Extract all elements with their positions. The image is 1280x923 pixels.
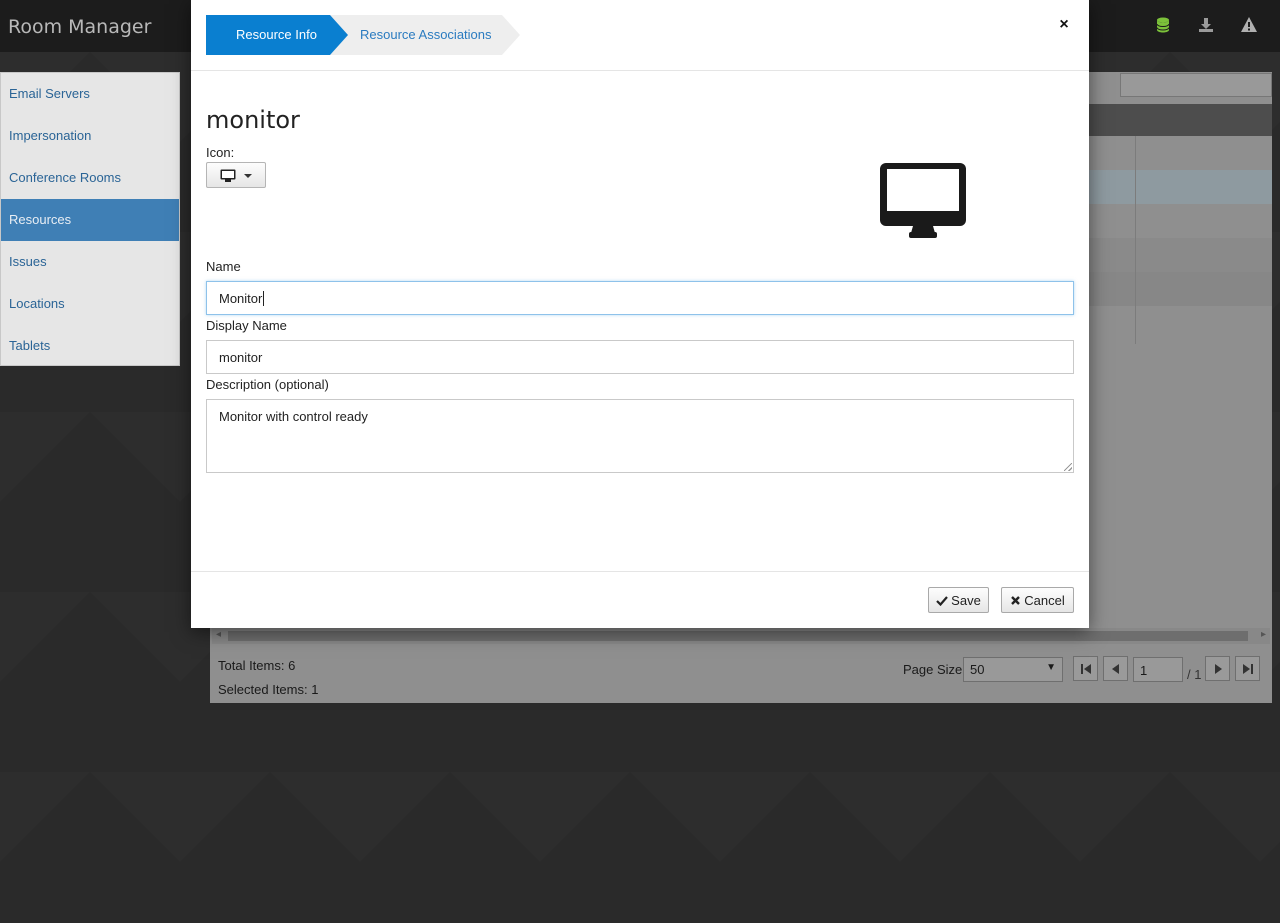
table-row[interactable] <box>1089 136 1272 170</box>
last-page-icon <box>1242 663 1253 674</box>
page-size-label: Page Size: <box>903 662 966 677</box>
display-name-label: Display Name <box>206 318 287 333</box>
table-row[interactable] <box>1089 238 1272 272</box>
page-number-input[interactable]: 1 <box>1133 657 1183 682</box>
sidebar-item-locations[interactable]: Locations <box>1 283 179 325</box>
next-page-button[interactable] <box>1205 656 1230 681</box>
chevron-down-icon: ▼ <box>1046 662 1056 673</box>
table-row[interactable] <box>1089 204 1272 238</box>
prev-page-icon <box>1111 663 1119 674</box>
x-mark-icon <box>1011 595 1021 605</box>
table-row[interactable] <box>1089 306 1272 340</box>
grid-header <box>1089 104 1272 136</box>
name-field[interactable]: Monitor <box>206 281 1074 315</box>
sidebar-item-conference-rooms[interactable]: Conference Rooms <box>1 157 179 199</box>
sidebar: Email Servers Impersonation Conference R… <box>0 72 180 366</box>
database-icon[interactable] <box>1154 16 1172 34</box>
step-arrow <box>330 15 348 55</box>
sidebar-item-resources[interactable]: Resources <box>1 199 179 241</box>
search-input[interactable] <box>1120 73 1272 97</box>
scroll-thumb[interactable] <box>228 631 1248 641</box>
description-field[interactable]: Monitor with control ready <box>206 399 1074 473</box>
page-size-value: 50 <box>970 662 985 677</box>
text-cursor <box>263 291 265 306</box>
sidebar-item-impersonation[interactable]: Impersonation <box>1 115 179 157</box>
description-label: Description (optional) <box>206 377 329 392</box>
sidebar-item-issues[interactable]: Issues <box>1 241 179 283</box>
prev-page-button[interactable] <box>1103 656 1128 681</box>
next-page-icon <box>1214 663 1222 674</box>
total-items: Total Items: 6 <box>218 658 296 673</box>
horizontal-scrollbar[interactable]: ◂ ▸ <box>212 628 1270 644</box>
icon-label: Icon: <box>206 145 235 160</box>
save-label: Save <box>951 592 981 608</box>
first-page-icon <box>1080 663 1091 674</box>
scroll-right-icon[interactable]: ▸ <box>1261 629 1266 640</box>
step-arrow <box>502 15 520 55</box>
sidebar-item-tablets[interactable]: Tablets <box>1 325 179 367</box>
page-size-select[interactable]: 50 ▼ <box>963 657 1063 682</box>
warning-icon[interactable] <box>1240 16 1258 34</box>
app-title: Room Manager <box>8 16 152 38</box>
first-page-button[interactable] <box>1073 656 1098 681</box>
resource-title: monitor <box>206 106 300 134</box>
download-icon[interactable] <box>1197 16 1215 34</box>
monitor-icon <box>220 169 236 182</box>
tab-resource-info[interactable]: Resource Info <box>206 15 330 55</box>
sidebar-item-email-servers[interactable]: Email Servers <box>1 73 179 115</box>
column-divider <box>1135 136 1136 344</box>
footer-divider <box>191 571 1089 572</box>
chevron-down-icon <box>244 174 252 178</box>
tab-resource-associations[interactable]: Resource Associations <box>330 15 502 55</box>
selected-items: Selected Items: 1 <box>218 682 319 697</box>
page-total: / 1 <box>1187 667 1202 682</box>
table-row-selected[interactable] <box>1089 170 1272 204</box>
last-page-button[interactable] <box>1235 656 1260 681</box>
scroll-left-icon[interactable]: ◂ <box>216 629 221 640</box>
cancel-label: Cancel <box>1024 592 1065 608</box>
close-icon[interactable]: × <box>1056 16 1072 36</box>
name-label: Name <box>206 259 241 274</box>
cancel-button[interactable]: Cancel <box>1001 587 1074 613</box>
name-value: Monitor <box>219 291 263 306</box>
header-divider <box>191 70 1089 71</box>
resource-modal: Resource Associations Resource Info × mo… <box>191 0 1089 628</box>
icon-picker-dropdown[interactable] <box>206 162 266 188</box>
save-button[interactable]: Save <box>928 587 989 613</box>
display-name-field[interactable]: monitor <box>206 340 1074 374</box>
monitor-icon <box>879 162 967 244</box>
checkmark-icon <box>936 595 949 606</box>
table-row[interactable] <box>1089 272 1272 306</box>
display-name-value: monitor <box>219 350 263 365</box>
description-value: Monitor with control ready <box>219 409 368 424</box>
resize-handle[interactable] <box>1064 463 1072 471</box>
